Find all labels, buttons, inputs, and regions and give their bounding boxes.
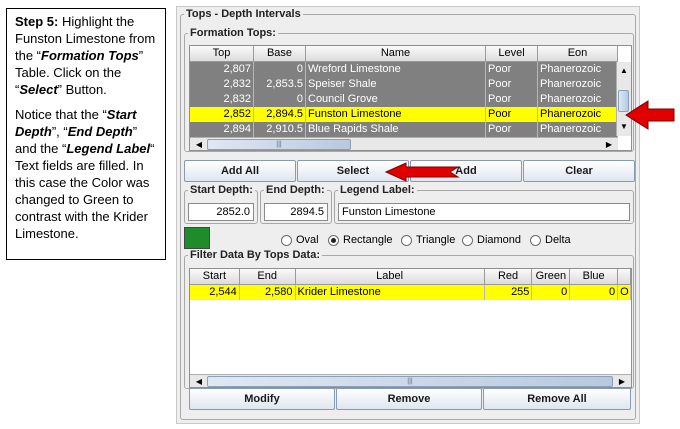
note-paragraph-2: Notice that the “Start Depth”, “End Dept… xyxy=(15,107,155,241)
hscroll-thumb[interactable]: ||| xyxy=(207,376,613,387)
radio-oval[interactable]: Oval xyxy=(281,233,319,247)
scroll-left-icon[interactable]: ◀ xyxy=(192,375,206,387)
col-label[interactable]: Label xyxy=(296,269,485,284)
legend-label-title: Legend Label: xyxy=(340,184,415,196)
col-blue[interactable]: Blue xyxy=(570,269,619,284)
table-row[interactable]: 2,894 2,910.5 Blue Rapids Shale Poor Phanero… xyxy=(190,122,618,137)
hscroll-thumb[interactable]: ||| xyxy=(207,139,351,150)
table-row[interactable]: 2,832 2,853.5 Speiser Shale Poor Phanerozoic xyxy=(190,77,618,92)
end-depth-label: End Depth: xyxy=(266,184,325,196)
radio-delta[interactable]: Delta xyxy=(530,233,571,247)
end-depth-input[interactable]: 2894.5 xyxy=(264,203,328,221)
col-green[interactable]: Green xyxy=(532,269,571,284)
scroll-up-icon[interactable]: ▲ xyxy=(617,64,631,77)
color-swatch-button[interactable] xyxy=(184,227,210,249)
start-depth-input[interactable]: 2852.0 xyxy=(188,203,254,221)
clear-button[interactable]: Clear xyxy=(523,160,635,182)
arrow-right-pointer-icon xyxy=(625,100,675,130)
radio-triangle[interactable]: Triangle xyxy=(401,233,455,247)
instruction-note: Step 5: Highlight the Funston Limestone … xyxy=(6,8,166,260)
legend-label-input[interactable]: Funston Limestone xyxy=(338,203,630,221)
radio-rectangle-circle[interactable] xyxy=(328,234,339,246)
table-header: Top Base Name Level Eon xyxy=(190,46,618,62)
remove-all-button[interactable]: Remove All xyxy=(483,388,631,410)
start-depth-label: Start Depth: xyxy=(190,184,253,196)
scroll-left-icon[interactable]: ◀ xyxy=(192,138,206,150)
col-name[interactable]: Name xyxy=(306,46,486,61)
modify-button[interactable]: Modify xyxy=(189,388,335,410)
col-top[interactable]: Top xyxy=(190,46,254,61)
radio-diamond-circle[interactable] xyxy=(462,234,473,246)
tops-horizontal-scrollbar[interactable]: ◀ ||| ▶ xyxy=(190,137,618,150)
scroll-right-icon[interactable]: ▶ xyxy=(602,138,616,150)
remove-button[interactable]: Remove xyxy=(336,388,482,410)
radio-oval-circle[interactable] xyxy=(281,234,292,246)
table-row[interactable]: 2,807 0 Wreford Limestone Poor Phanerozoic xyxy=(190,62,618,77)
col-base[interactable]: Base xyxy=(254,46,306,61)
radio-triangle-circle[interactable] xyxy=(401,234,412,246)
col-level[interactable]: Level xyxy=(486,46,538,61)
table-row[interactable]: 2,544 2,580 Krider Limestone 255 0 0 O xyxy=(190,285,631,300)
table-row[interactable]: 2,852 2,894.5 Funston Limestone Poor Phanero… xyxy=(190,107,618,122)
col-start[interactable]: Start xyxy=(190,269,240,284)
scroll-right-icon[interactable]: ▶ xyxy=(615,375,629,387)
add-all-button[interactable]: Add All xyxy=(184,160,296,182)
radio-diamond[interactable]: Diamond xyxy=(462,233,521,247)
formation-tops-table[interactable]: Top Base Name Level Eon 2,807 0 Wreford Li… xyxy=(189,45,632,151)
col-eon[interactable]: Eon xyxy=(538,46,618,61)
radio-rectangle[interactable]: Rectangle xyxy=(328,233,393,247)
filter-header: Start End Label Red Green Blue xyxy=(190,269,631,285)
table-row[interactable]: 2,832 0 Council Grove Poor Phanerozoic xyxy=(190,92,618,107)
filter-horizontal-scrollbar[interactable]: ◀ ||| ▶ xyxy=(190,374,631,387)
note-paragraph-1: Step 5: Highlight the Funston Limestone … xyxy=(15,14,156,97)
formation-tops-title: Formation Tops: xyxy=(190,27,276,39)
panel-title: Tops - Depth Intervals xyxy=(186,8,301,20)
filter-title: Filter Data By Tops Data: xyxy=(190,249,320,261)
filter-table[interactable]: Start End Label Red Green Blue 2,544 2,5… xyxy=(189,268,632,388)
arrow-select-pointer-icon xyxy=(384,162,460,182)
col-red[interactable]: Red xyxy=(485,269,533,284)
radio-delta-circle[interactable] xyxy=(530,234,541,246)
col-end[interactable]: End xyxy=(240,269,296,284)
